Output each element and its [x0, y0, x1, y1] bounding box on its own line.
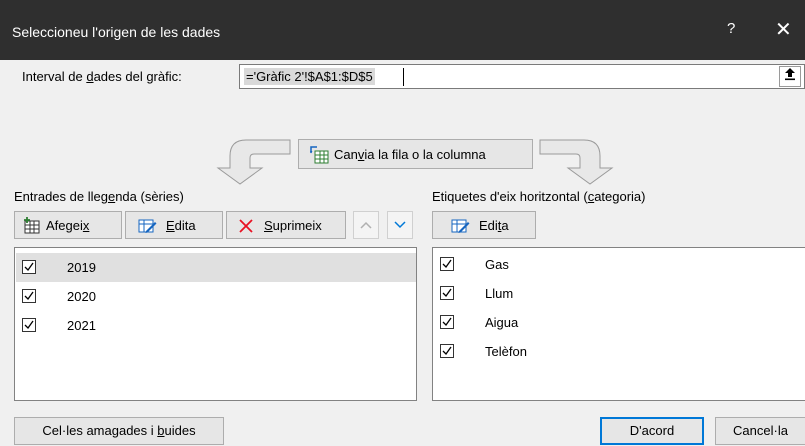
upload-arrow-icon — [784, 68, 796, 84]
remove-series-button[interactable]: Suprimeix — [226, 211, 346, 239]
chevron-up-icon — [360, 218, 372, 232]
category-checkbox[interactable] — [440, 257, 454, 271]
edit-table-icon — [451, 217, 470, 237]
cancel-button[interactable]: Cancel·la — [715, 417, 805, 445]
category-checkbox[interactable] — [440, 286, 454, 300]
series-checkbox[interactable] — [22, 289, 36, 303]
category-item[interactable]: Telèfon — [434, 337, 804, 366]
chart-range-value: ='Gràfic 2'!$A$1:$D$5 — [244, 68, 375, 85]
category-checkbox[interactable] — [440, 315, 454, 329]
collapse-dialog-button[interactable] — [779, 66, 801, 87]
remove-x-icon — [238, 218, 254, 237]
category-item-label: Llum — [485, 286, 514, 301]
move-up-button[interactable] — [353, 211, 379, 239]
edit-table-icon — [138, 217, 157, 237]
text-caret — [403, 68, 404, 86]
series-item[interactable]: 2020 — [16, 282, 416, 311]
category-item-label: Aigua — [485, 315, 519, 330]
edit-series-button[interactable]: Edita — [125, 211, 223, 239]
curved-arrow-left-icon — [216, 139, 291, 185]
category-panel-label: Etiquetes d'eix horitzontal (categoria) — [432, 189, 646, 204]
ok-button[interactable]: D'acord — [600, 417, 704, 445]
hidden-empty-cells-button[interactable]: Cel·les amagades i buides — [14, 417, 224, 445]
close-button[interactable]: ✕ — [775, 17, 792, 42]
help-button[interactable]: ? — [727, 20, 735, 37]
edit-category-button[interactable]: Edita — [432, 211, 536, 239]
series-checkbox[interactable] — [22, 260, 36, 274]
add-series-button[interactable]: Afegeix — [14, 211, 122, 239]
series-item-label: 2020 — [67, 289, 96, 304]
switch-row-column-label: Canvia la fila o la columna — [334, 147, 486, 162]
series-item-label: 2021 — [67, 318, 96, 333]
series-checkbox[interactable] — [22, 318, 36, 332]
category-checkbox[interactable] — [440, 344, 454, 358]
category-item-label: Gas — [485, 257, 509, 272]
category-item[interactable]: Aigua — [434, 308, 804, 337]
move-down-button[interactable] — [387, 211, 413, 239]
category-item-label: Telèfon — [485, 344, 527, 359]
dialog-title: Seleccioneu l'origen de les dades — [12, 24, 221, 40]
chart-range-input[interactable]: ='Gràfic 2'!$A$1:$D$5 — [239, 64, 805, 89]
series-list: 2019 2020 2021 — [14, 247, 417, 401]
category-list: Gas Llum Aigua Telèfon — [432, 247, 805, 401]
switch-row-column-icon — [310, 146, 330, 167]
category-item[interactable]: Gas — [434, 250, 804, 279]
curved-arrow-right-icon — [539, 139, 614, 185]
add-table-icon — [23, 217, 41, 237]
series-item[interactable]: 2021 — [16, 311, 416, 340]
dialog-titlebar: Seleccioneu l'origen de les dades ? ✕ — [0, 0, 805, 60]
category-item[interactable]: Llum — [434, 279, 804, 308]
series-item[interactable]: 2019 — [16, 253, 416, 282]
chevron-down-icon — [394, 218, 406, 232]
chart-range-label: Interval de dades del gràfic: — [22, 69, 182, 84]
series-item-label: 2019 — [67, 260, 96, 275]
series-panel-label: Entrades de llegenda (sèries) — [14, 189, 184, 204]
switch-row-column-button[interactable]: Canvia la fila o la columna — [298, 139, 533, 169]
